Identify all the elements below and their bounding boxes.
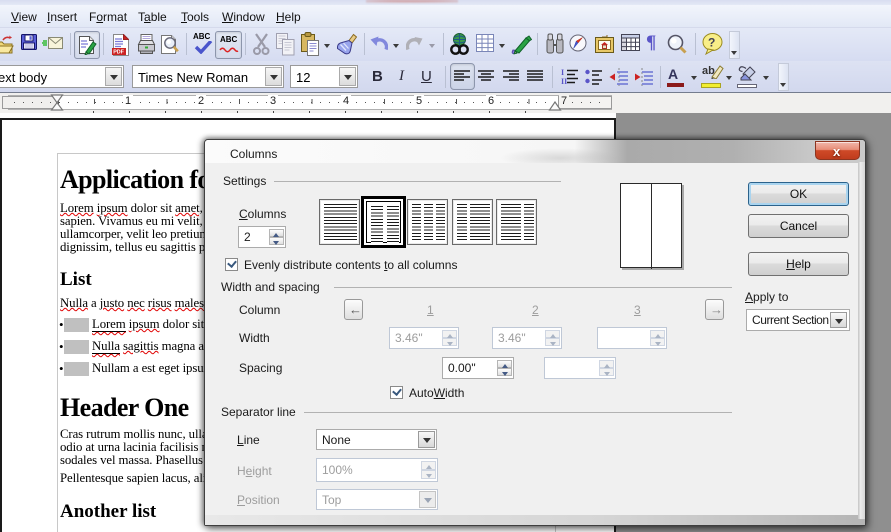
svg-text:PDF: PDF: [113, 50, 124, 56]
svg-text:?: ?: [708, 36, 715, 50]
svg-text:II: II: [561, 77, 567, 86]
svg-text:I: I: [561, 68, 564, 77]
